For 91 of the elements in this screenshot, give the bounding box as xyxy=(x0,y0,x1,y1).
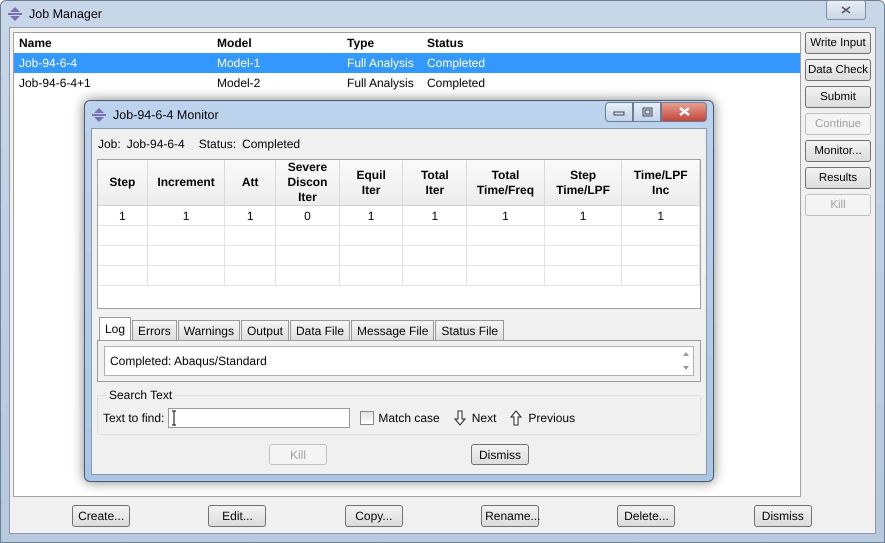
tab[interactable]: Warnings xyxy=(178,320,240,340)
dialog-button[interactable]: Dismiss xyxy=(471,444,529,465)
side-button[interactable]: Results xyxy=(805,167,871,189)
side-button[interactable]: Data Check xyxy=(805,59,871,81)
empty-cell xyxy=(98,266,148,286)
table-cell-text: Model-1 xyxy=(216,56,262,70)
text-cursor-icon xyxy=(171,410,178,426)
close-button[interactable] xyxy=(661,102,707,122)
empty-cell xyxy=(403,266,468,286)
text-field[interactable] xyxy=(168,408,350,428)
column-header[interactable]: Status xyxy=(422,36,582,50)
column-header[interactable]: Total Iter xyxy=(403,160,468,206)
table-cell: 1 xyxy=(622,206,700,226)
table-cell: 1 xyxy=(98,206,148,226)
down-arrow-icon xyxy=(454,410,466,426)
column-header[interactable]: Type xyxy=(342,36,422,50)
column-header[interactable]: Model xyxy=(212,36,342,50)
maximize-icon xyxy=(642,106,652,116)
table-cell: 0 xyxy=(276,206,340,226)
side-button[interactable]: Submit xyxy=(805,86,871,108)
field-label: Text to find: xyxy=(103,411,164,425)
table-cell: 1 xyxy=(340,206,404,226)
window-title: Job Manager xyxy=(29,7,103,21)
side-button[interactable]: Write Input xyxy=(805,32,871,54)
table-cell: 1 xyxy=(544,206,622,226)
action-button[interactable]: Rename... xyxy=(481,505,540,527)
close-button[interactable] xyxy=(826,0,866,20)
table-cell-text: Completed xyxy=(426,56,486,70)
empty-cell xyxy=(403,246,468,266)
table-cell-text: Job-94-6-4+1 xyxy=(18,76,92,90)
table-cell-text: Job-94-6-4 xyxy=(18,56,78,70)
tab[interactable]: Errors xyxy=(132,320,177,340)
status-value: Completed xyxy=(242,137,300,151)
tab[interactable]: Output xyxy=(240,320,289,340)
table-cell: 1 xyxy=(467,206,545,226)
action-button[interactable]: Delete... xyxy=(617,505,676,527)
tab[interactable]: Status File xyxy=(435,320,504,340)
tab[interactable]: Message File xyxy=(351,320,434,340)
column-header[interactable]: Total Time/Freq xyxy=(467,160,545,206)
empty-cell xyxy=(403,226,468,246)
dialog-title: Job-94-6-4 Monitor xyxy=(113,108,220,122)
table-cell-text: Completed xyxy=(426,76,486,90)
action-button[interactable]: Copy... xyxy=(344,505,403,527)
job-row[interactable]: Job-94-6-4+1 Model-2 Full Analysis Completed xyxy=(14,73,800,93)
action-button[interactable]: Create... xyxy=(72,505,130,527)
column-header[interactable]: Equil Iter xyxy=(340,160,404,206)
group-title: Search Text xyxy=(106,388,176,402)
app-icon xyxy=(7,6,23,22)
empty-cell xyxy=(340,246,404,266)
checkbox-label: Match case xyxy=(378,411,440,425)
empty-cell xyxy=(225,246,276,266)
close-icon xyxy=(678,106,690,117)
table-cell: 1 xyxy=(148,206,226,226)
table-cell-text: Full Analysis xyxy=(346,76,415,90)
minimize-button[interactable] xyxy=(605,102,633,122)
table-cell: 1 xyxy=(403,206,468,226)
column-header[interactable]: Step Time/LPF xyxy=(544,160,622,206)
match-case-checkbox[interactable] xyxy=(360,411,374,425)
column-header[interactable]: Severe Discon Iter xyxy=(276,160,340,206)
empty-cell xyxy=(98,246,148,266)
empty-cell xyxy=(276,226,340,246)
empty-cell xyxy=(225,226,276,246)
tab[interactable]: Log xyxy=(99,317,132,340)
empty-cell xyxy=(276,266,340,286)
job-label: Job: xyxy=(98,137,121,151)
log-text: Completed: Abaqus/Standard xyxy=(110,354,267,368)
empty-cell xyxy=(340,266,404,286)
tab[interactable]: Data File xyxy=(290,320,350,340)
empty-cell xyxy=(98,226,148,246)
next-button[interactable]: Next xyxy=(454,410,496,426)
table-cell-text: Full Analysis xyxy=(346,56,415,70)
column-header[interactable]: Increment xyxy=(148,160,226,206)
close-icon xyxy=(840,5,852,15)
column-header[interactable]: Att xyxy=(225,160,276,206)
column-header[interactable]: Name xyxy=(14,36,212,50)
status-label: Status: xyxy=(198,137,236,151)
maximize-button[interactable] xyxy=(633,102,661,122)
side-button[interactable]: Monitor... xyxy=(805,140,871,162)
job-value: Job-94-6-4 xyxy=(126,137,185,151)
empty-cell xyxy=(340,226,404,246)
action-button[interactable]: Dismiss xyxy=(754,505,812,527)
up-arrow-icon xyxy=(510,410,522,426)
table-cell-text: Model-2 xyxy=(216,76,262,90)
app-icon xyxy=(91,106,107,122)
empty-cell xyxy=(225,266,276,286)
table-cell: 1 xyxy=(225,206,276,226)
column-header[interactable]: Step xyxy=(98,160,148,206)
empty-cell xyxy=(276,246,340,266)
column-header[interactable]: Time/LPF Inc xyxy=(622,160,700,206)
action-button[interactable]: Edit... xyxy=(208,505,266,527)
previous-button[interactable]: Previous xyxy=(510,410,576,426)
